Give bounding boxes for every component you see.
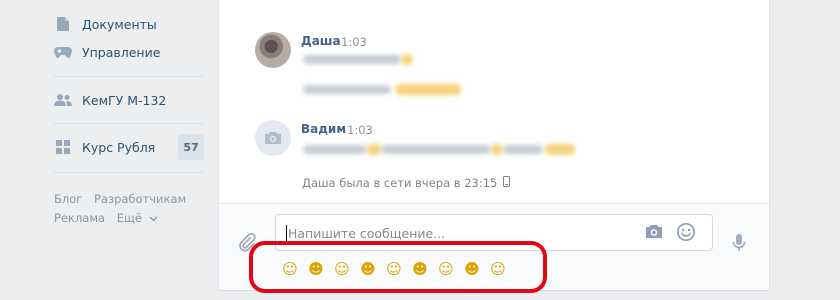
mobile-icon (503, 176, 511, 190)
emoji-yum-icon[interactable]: ☻ (459, 258, 485, 280)
emoji-wink-icon[interactable]: ☺ (329, 258, 355, 280)
message-time[interactable]: 1:03 (347, 123, 373, 137)
avatar[interactable] (255, 120, 291, 156)
message-text-blurred (303, 85, 391, 94)
microphone-icon[interactable] (732, 233, 746, 257)
camera-icon (265, 132, 281, 144)
footer-link-ads[interactable]: Реклама (54, 211, 105, 225)
message-text-blurred (381, 145, 491, 154)
emoji-blurred (367, 144, 381, 155)
sidebar-item-label: Управление (82, 44, 161, 60)
sidebar-item-label: Курс Рубля (82, 139, 156, 155)
sidebar-item-label: Документы (82, 16, 157, 32)
emoji-grin-icon[interactable]: ☻ (303, 258, 329, 280)
document-icon (53, 14, 73, 34)
emoji-blurred (401, 54, 413, 65)
left-sidebar: Документы Управление КемГУ М-132 Курс Ру… (0, 0, 210, 300)
message-input[interactable] (288, 223, 628, 244)
gamepad-icon (53, 42, 73, 62)
group-icon (53, 90, 73, 110)
avatar[interactable] (255, 32, 291, 68)
status-text: Даша была в сети вчера в 23:15 (302, 176, 498, 190)
sidebar-footer: Блог Разработчикам Реклама Ещё (54, 190, 186, 228)
emoji-blurred (395, 84, 461, 95)
emoji-picker-icon[interactable] (676, 222, 696, 246)
camera-icon[interactable] (645, 224, 663, 243)
sidebar-divider (53, 172, 205, 173)
message-author[interactable]: Даша (301, 34, 341, 48)
emoji-rolling-eyes-icon[interactable]: ☻ (355, 258, 381, 280)
message-text-blurred (503, 145, 543, 154)
chat-panel: Даша 1:03 Вадим 1:03 Даша была в сети вч… (219, 0, 769, 290)
message-time[interactable]: 1:03 (341, 35, 367, 49)
sidebar-divider (53, 123, 205, 124)
sidebar-item-label: КемГУ М-132 (82, 92, 167, 108)
emoji-blurred (491, 144, 503, 155)
message-text-blurred (303, 55, 401, 64)
emoji-grimace-icon[interactable]: ☺ (485, 258, 511, 280)
attach-icon[interactable] (237, 232, 257, 256)
footer-link-blog[interactable]: Блог (54, 192, 82, 206)
sidebar-item-management[interactable]: Управление (48, 38, 206, 66)
footer-link-developers[interactable]: Разработчикам (94, 192, 186, 206)
sidebar-item-documents[interactable]: Документы (48, 10, 206, 38)
emoji-kiss-icon[interactable]: ☺ (381, 258, 407, 280)
sidebar-item-rate[interactable]: Курс Рубля 57 (48, 133, 206, 161)
message-composer: ☺ ☻ ☺ ☻ ☺ ☻ ☺ ☻ ☺ (219, 203, 769, 290)
emoji-blurred (545, 144, 575, 155)
counter-badge: 57 (178, 134, 204, 160)
emoji-suggestions: ☺ ☻ ☺ ☻ ☺ ☻ ☺ ☻ ☺ (277, 258, 511, 280)
message-author[interactable]: Вадим (301, 122, 346, 136)
message-text-blurred (303, 145, 367, 154)
apps-icon (53, 137, 73, 157)
emoji-smile-icon[interactable]: ☺ (277, 258, 303, 280)
online-status: Даша была в сети вчера в 23:15 (302, 176, 511, 190)
message-input-box[interactable] (275, 214, 713, 251)
emoji-unamused-icon[interactable]: ☻ (407, 258, 433, 280)
text-caret (286, 225, 287, 242)
footer-link-more[interactable]: Ещё (117, 211, 142, 225)
emoji-flushed-icon[interactable]: ☺ (433, 258, 459, 280)
sidebar-divider (53, 76, 205, 77)
chevron-down-icon[interactable] (146, 211, 158, 225)
sidebar-item-group[interactable]: КемГУ М-132 (48, 86, 206, 114)
